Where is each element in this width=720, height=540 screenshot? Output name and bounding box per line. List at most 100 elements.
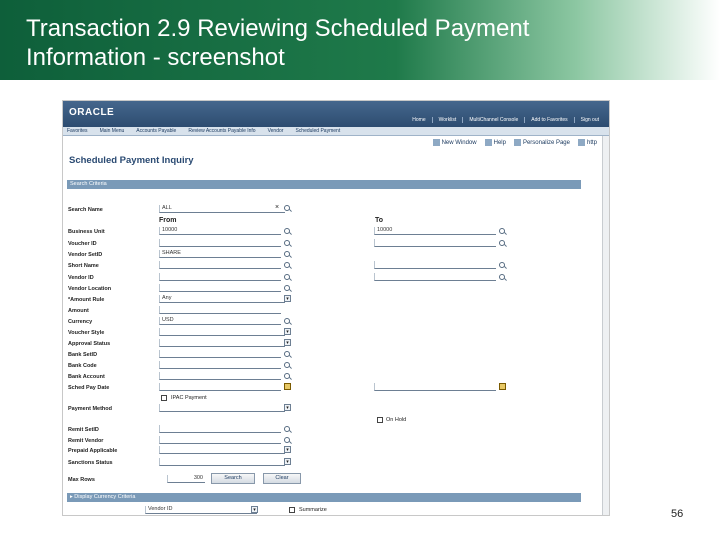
amount-label: Amount — [68, 308, 89, 314]
help-link[interactable]: Help — [484, 139, 506, 146]
display-currency-criteria-header[interactable]: ▸ Display Currency Criteria — [67, 493, 581, 502]
personalize-icon — [513, 139, 521, 146]
multichannel-console-link[interactable]: MultiChannel Console — [462, 117, 524, 123]
vendor-setid-lookup-icon[interactable] — [284, 251, 290, 257]
ipac-payment-checkbox[interactable] — [161, 395, 167, 401]
payment-method-select[interactable] — [159, 404, 285, 412]
search-name-lookup-icon[interactable] — [284, 205, 290, 211]
business-unit-from-lookup-icon[interactable] — [284, 228, 290, 234]
sanctions-status-select[interactable] — [159, 458, 285, 466]
slide-header: Transaction 2.9 Reviewing Scheduled Paym… — [0, 0, 720, 80]
clear-x-icon[interactable]: × — [275, 204, 279, 211]
screenshot-window: ORACLE Home Worklist MultiChannel Consol… — [62, 100, 610, 516]
search-button[interactable]: Search — [211, 473, 255, 484]
voucher-style-select[interactable] — [159, 328, 285, 336]
remit-vendor-lookup-icon[interactable] — [284, 437, 290, 443]
voucher-id-from-lookup-icon[interactable] — [284, 240, 290, 246]
vendor-location-label: Vendor Location — [68, 286, 112, 292]
from-header: From — [159, 217, 177, 224]
summarize-label: Summarize — [299, 507, 327, 513]
short-name-from-input[interactable] — [159, 261, 281, 269]
voucher-id-to-lookup-icon[interactable] — [499, 240, 505, 246]
vendor-id-to-lookup-icon[interactable] — [499, 274, 505, 280]
sched-pay-date-to-calendar-icon[interactable] — [499, 383, 506, 390]
vendor-id-to-input[interactable] — [374, 273, 496, 281]
voucher-style-chevron-down-icon[interactable]: ▾ — [284, 328, 291, 335]
approval-status-chevron-down-icon[interactable]: ▾ — [284, 339, 291, 346]
http-icon — [577, 139, 585, 146]
sched-pay-date-to-input[interactable] — [374, 383, 496, 391]
nav-favorites[interactable]: Favorites — [67, 128, 88, 134]
home-link[interactable]: Home — [406, 117, 431, 123]
display-currency-chevron-down-icon[interactable]: ▾ — [251, 506, 258, 513]
vendor-location-lookup-icon[interactable] — [284, 285, 290, 291]
vendor-setid-input[interactable]: SHARE — [159, 250, 281, 258]
bank-setid-lookup-icon[interactable] — [284, 351, 290, 357]
personalize-page-link[interactable]: Personalize Page — [513, 139, 570, 146]
sched-pay-date-from-input[interactable] — [159, 383, 281, 391]
voucher-id-to-input[interactable] — [374, 239, 496, 247]
nav-review-ap-info[interactable]: Review Accounts Payable Info — [188, 128, 255, 134]
amount-input[interactable] — [159, 306, 281, 314]
prepaid-applicable-chevron-down-icon[interactable]: ▾ — [284, 446, 291, 453]
amount-rule-select[interactable]: Any — [159, 295, 285, 303]
vendor-setid-label: Vendor SetID — [68, 252, 103, 258]
business-unit-from-input[interactable]: 10000 — [159, 227, 281, 235]
sign-out-link[interactable]: Sign out — [573, 117, 605, 123]
vendor-id-from-lookup-icon[interactable] — [284, 274, 290, 280]
header-links: Home Worklist MultiChannel Console Add t… — [406, 117, 605, 123]
business-unit-to-lookup-icon[interactable] — [499, 228, 505, 234]
vendor-id-from-input[interactable] — [159, 273, 281, 281]
nav-accounts-payable[interactable]: Accounts Payable — [136, 128, 176, 134]
bank-account-input[interactable] — [159, 372, 281, 380]
app-header: ORACLE Home Worklist MultiChannel Consol… — [63, 101, 609, 127]
vendor-location-input[interactable] — [159, 284, 281, 292]
nav-vendor[interactable]: Vendor — [268, 128, 284, 134]
new-window-icon — [432, 139, 440, 146]
clear-button[interactable]: Clear — [263, 473, 301, 484]
short-name-to-input[interactable] — [374, 261, 496, 269]
amount-rule-chevron-down-icon[interactable]: ▾ — [284, 295, 291, 302]
payment-method-chevron-down-icon[interactable]: ▾ — [284, 404, 291, 411]
currency-input[interactable]: USD — [159, 317, 281, 325]
search-name-input[interactable]: ALL — [159, 205, 285, 213]
bank-setid-label: Bank SetID — [68, 352, 98, 358]
bank-code-lookup-icon[interactable] — [284, 362, 290, 368]
new-window-link[interactable]: New Window — [432, 139, 477, 146]
sanctions-status-chevron-down-icon[interactable]: ▾ — [284, 458, 291, 465]
approval-status-label: Approval Status — [68, 341, 111, 347]
max-rows-input[interactable]: 300 — [167, 475, 205, 483]
bank-code-input[interactable] — [159, 361, 281, 369]
http-label: http — [586, 140, 597, 147]
add-to-favorites-link[interactable]: Add to Favorites — [524, 117, 573, 123]
remit-setid-lookup-icon[interactable] — [284, 426, 290, 432]
short-name-from-lookup-icon[interactable] — [284, 262, 290, 268]
sched-pay-date-from-calendar-icon[interactable] — [284, 383, 291, 390]
bank-setid-input[interactable] — [159, 350, 281, 358]
slide-title-line-2: Information - screenshot — [26, 44, 285, 71]
nav-scheduled-payment[interactable]: Scheduled Payment — [295, 128, 340, 134]
bank-account-lookup-icon[interactable] — [284, 373, 290, 379]
remit-vendor-input[interactable] — [159, 436, 281, 444]
prepaid-applicable-select[interactable] — [159, 446, 285, 454]
search-criteria-header: Search Criteria — [67, 180, 581, 189]
display-currency-select[interactable]: Vendor ID — [145, 506, 257, 514]
summarize-checkbox[interactable] — [289, 507, 295, 513]
short-name-to-lookup-icon[interactable] — [499, 262, 505, 268]
business-unit-to-input[interactable]: 10000 — [374, 227, 496, 235]
currency-label: Currency — [68, 319, 93, 325]
currency-lookup-icon[interactable] — [284, 318, 290, 324]
http-link[interactable]: http — [577, 139, 597, 147]
remit-setid-input[interactable] — [159, 425, 281, 433]
page-title: Scheduled Payment Inquiry — [69, 155, 194, 166]
nav-main-menu[interactable]: Main Menu — [100, 128, 125, 134]
worklist-link[interactable]: Worklist — [431, 117, 463, 123]
business-unit-label: Business Unit — [68, 229, 105, 235]
on-hold-checkbox[interactable] — [377, 417, 383, 423]
approval-status-select[interactable] — [159, 339, 285, 347]
search-name-label: Search Name — [68, 207, 103, 213]
voucher-id-label: Voucher ID — [68, 241, 97, 247]
vertical-scrollbar[interactable] — [602, 136, 609, 515]
voucher-id-from-input[interactable] — [159, 239, 281, 247]
remit-setid-label: Remit SetID — [68, 427, 99, 433]
